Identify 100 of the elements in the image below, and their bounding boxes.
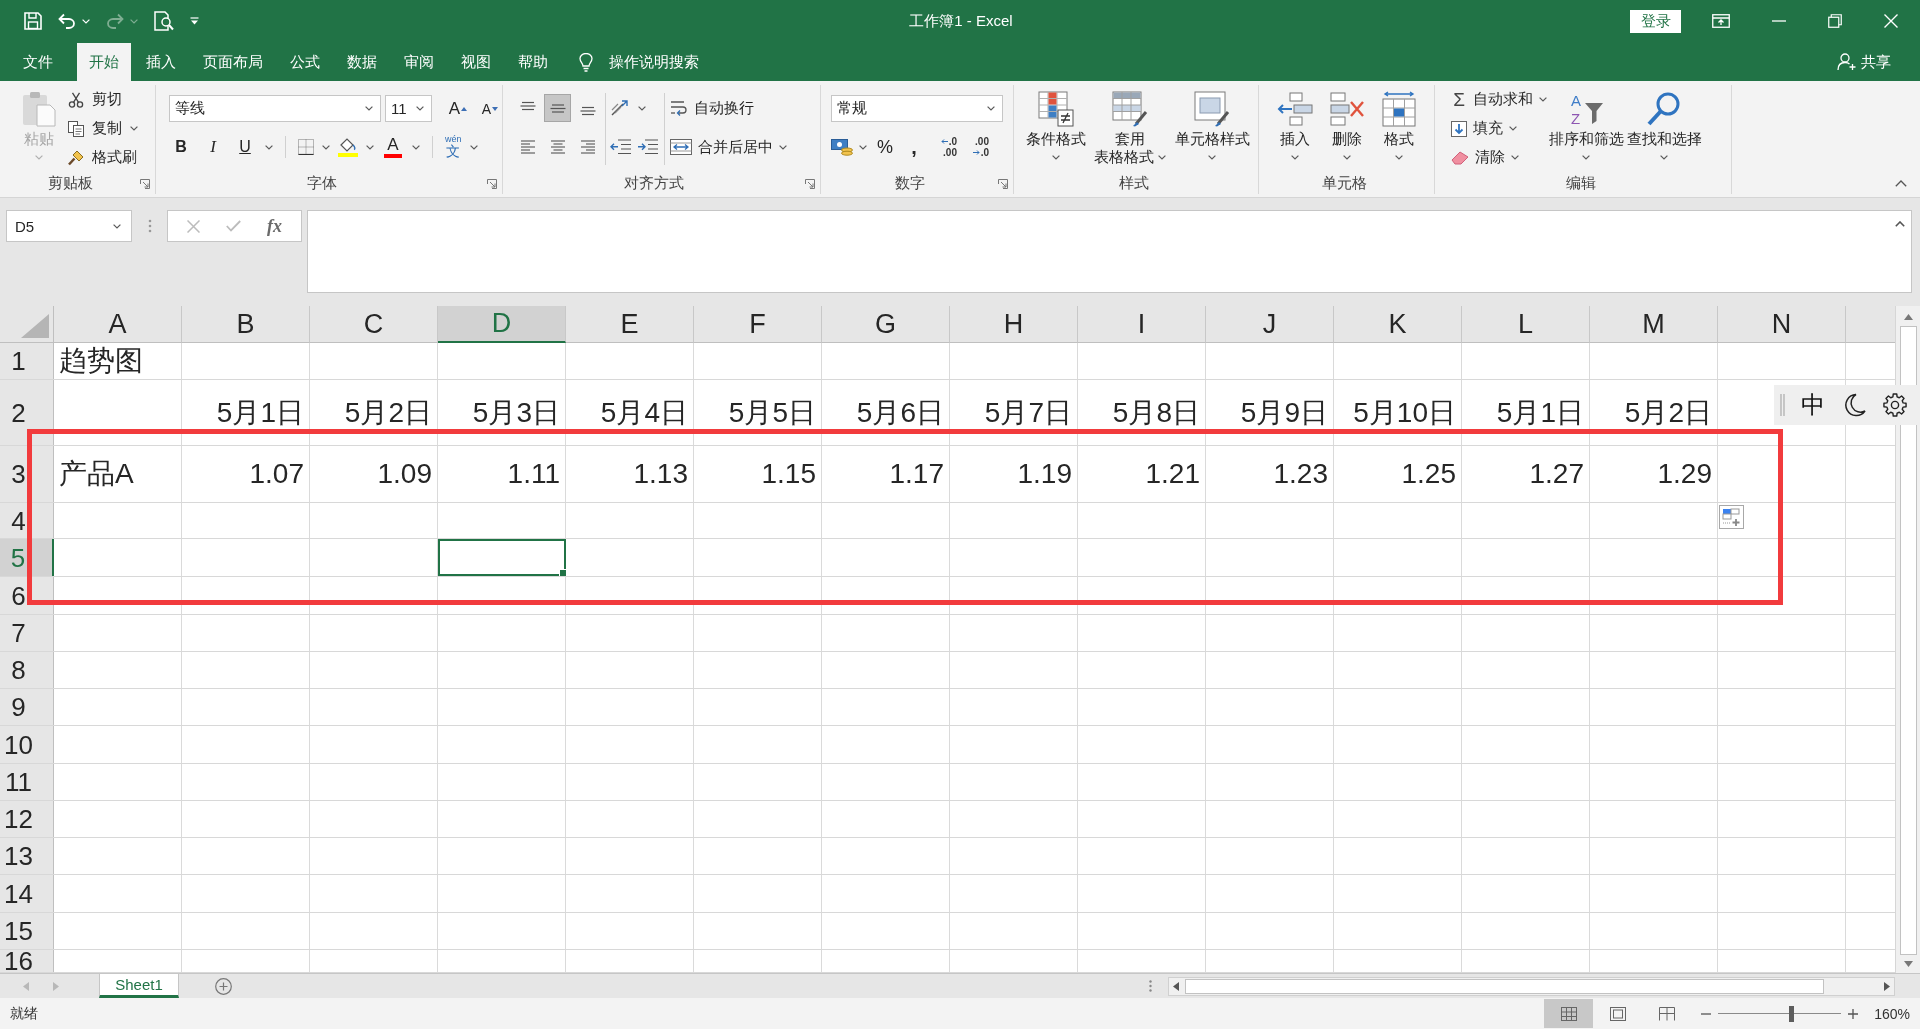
column-header[interactable]: E [566, 306, 694, 343]
input-mode-button[interactable]: 中 [1801, 392, 1825, 418]
ribbon-tab[interactable]: 页面布局 [191, 43, 275, 81]
row-header[interactable]: 4 [0, 503, 54, 538]
share-button[interactable]: 共享 [1837, 43, 1891, 81]
checkmark-icon[interactable] [226, 220, 241, 232]
row-header[interactable]: 6 [0, 577, 54, 614]
column-header[interactable]: C [310, 306, 438, 343]
decrease-decimal-button[interactable]: .00 .0 [963, 134, 989, 160]
column-header[interactable]: D [438, 306, 566, 343]
print-preview-icon[interactable] [154, 11, 174, 31]
font-name-field[interactable]: 等线 [169, 95, 381, 122]
phonetic-guide-button[interactable]: wén 文 [445, 134, 462, 160]
horizontal-scrollbar[interactable] [1168, 976, 1895, 996]
dialog-launcher-icon[interactable] [805, 178, 815, 189]
find-select-button[interactable]: 查找和选择 [1625, 85, 1703, 169]
column-header[interactable]: M [1590, 306, 1718, 343]
undo-icon[interactable] [58, 13, 76, 29]
fill-handle-icon[interactable] [559, 569, 566, 576]
add-sheet-icon[interactable] [215, 977, 232, 995]
column-header[interactable]: B [182, 306, 310, 343]
dialog-launcher-icon[interactable] [998, 178, 1008, 189]
row-header[interactable]: 7 [0, 615, 54, 651]
paint-bucket-icon[interactable] [338, 137, 358, 157]
caret-icon[interactable] [1895, 221, 1905, 227]
caret-icon[interactable] [322, 144, 330, 150]
conditional-button[interactable]: 条件格式 [1024, 85, 1088, 169]
plus-icon[interactable] [1848, 1008, 1859, 1019]
sign-in-button[interactable]: 登录 [1630, 9, 1681, 33]
column-header[interactable]: H [950, 306, 1078, 343]
underline-button[interactable]: U [233, 134, 257, 160]
delete-button[interactable]: 删除 [1324, 85, 1370, 169]
ribbon-tab[interactable]: 视图 [449, 43, 503, 81]
right-arrow-icon[interactable] [1884, 981, 1890, 991]
column-header[interactable]: J [1206, 306, 1334, 343]
comma-style-button[interactable]: , [903, 134, 925, 160]
column-header[interactable]: K [1334, 306, 1462, 343]
customize-icon[interactable] [190, 17, 199, 25]
insert-function-button[interactable]: fx [267, 215, 282, 237]
name-box[interactable]: D5 [6, 210, 132, 242]
slanted-text-icon[interactable] [610, 99, 630, 117]
number-format-field[interactable]: 常规 [831, 95, 1003, 122]
row-header[interactable]: 12 [0, 801, 54, 837]
ribbon-tab[interactable]: 数据 [335, 43, 389, 81]
fill-button[interactable]: 填充 [1451, 114, 1547, 143]
table-button[interactable]: 套用 表格格式 [1094, 85, 1166, 169]
increase-font-size-button[interactable]: A [446, 95, 470, 122]
column-header[interactable]: N [1718, 306, 1846, 343]
row-header[interactable]: 14 [0, 875, 54, 912]
clear-button[interactable]: 清除 [1451, 143, 1547, 172]
ribbon-tab[interactable]: 公式 [278, 43, 332, 81]
sheet-tab[interactable]: Sheet1 [99, 974, 179, 998]
ribbon-tab[interactable]: 帮助 [506, 43, 560, 81]
scrollbar-thumb[interactable] [1899, 326, 1917, 955]
percent-button[interactable]: % [873, 134, 897, 160]
format-button[interactable]: 格式 [1376, 85, 1422, 169]
ribbon-display-options-icon[interactable] [1712, 14, 1730, 28]
caret-icon[interactable] [412, 144, 420, 150]
ribbon-tab[interactable]: 开始 [77, 43, 131, 81]
row-header[interactable]: 13 [0, 838, 54, 874]
row-header[interactable]: 10 [0, 726, 54, 763]
decrease-indent-icon[interactable] [610, 139, 632, 155]
row-header[interactable]: 2 [0, 380, 54, 445]
bold-button[interactable]: B [169, 134, 193, 160]
caret-icon[interactable] [469, 144, 478, 150]
row-header[interactable]: 5 [0, 539, 54, 576]
row-header[interactable]: 9 [0, 689, 54, 725]
row-header[interactable]: 1 [0, 343, 54, 379]
dialog-launcher-icon[interactable] [487, 178, 497, 189]
caret-icon[interactable] [265, 144, 273, 150]
column-header[interactable]: L [1462, 306, 1590, 343]
column-header[interactable]: G [822, 306, 950, 343]
banknote-coins-icon[interactable] [831, 138, 853, 156]
row-header[interactable]: 11 [0, 764, 54, 800]
row-header[interactable]: 15 [0, 913, 54, 949]
caret-icon[interactable] [1895, 180, 1907, 187]
italic-button[interactable]: I [201, 134, 225, 160]
row-header[interactable]: 8 [0, 652, 54, 688]
formula-input-field[interactable] [307, 210, 1912, 293]
slider-thumb[interactable] [1789, 1005, 1794, 1022]
column-header[interactable]: A [54, 306, 182, 343]
insert-button[interactable]: 插入 [1272, 85, 1318, 169]
column-header[interactable]: F [694, 306, 822, 343]
restore-icon[interactable] [1828, 14, 1842, 28]
up-arrow-icon[interactable] [1903, 314, 1913, 320]
borders-icon[interactable] [298, 139, 314, 155]
wrap-text-button[interactable]: 自动换行 [670, 93, 754, 123]
copy-button[interactable]: 复制 [68, 114, 138, 143]
settings-icon[interactable] [1883, 393, 1907, 417]
zoom-level[interactable]: 160% [1874, 1005, 1910, 1022]
decrease-font-size-button[interactable]: A [478, 95, 502, 122]
down-arrow-icon[interactable] [1903, 961, 1913, 967]
increase-decimal-button[interactable]: .0 .00 [931, 134, 957, 160]
minus-icon[interactable] [1701, 1012, 1712, 1015]
scrollbar-thumb[interactable] [1185, 978, 1824, 994]
merge-center-button[interactable]: 合并后居中 [670, 132, 787, 162]
row-header[interactable]: 3 [0, 446, 54, 502]
save-icon[interactable] [24, 12, 42, 30]
moon-icon[interactable] [1843, 393, 1866, 417]
caret-icon[interactable] [638, 105, 646, 111]
